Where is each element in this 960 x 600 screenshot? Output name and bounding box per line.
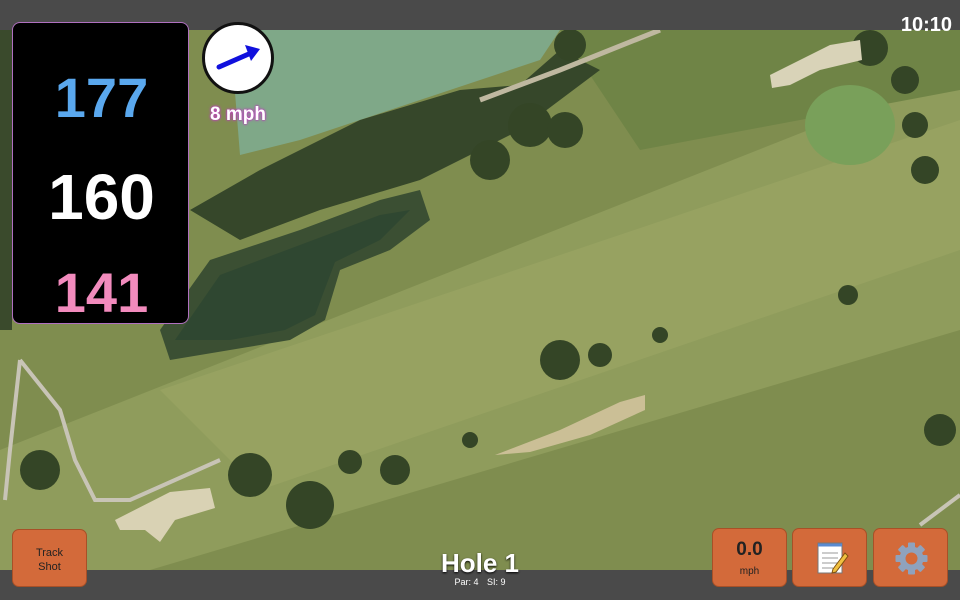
wind-direction-indicator <box>202 22 274 94</box>
settings-button[interactable] <box>873 528 948 587</box>
notepad-icon <box>817 542 849 574</box>
gear-icon <box>895 542 928 575</box>
front-distance: 141 <box>54 261 149 324</box>
track-shot-label-line1: Track <box>35 547 64 559</box>
speed-button[interactable]: 0.0 mph <box>712 528 787 587</box>
speed-unit: mph <box>739 566 760 577</box>
back-distance: 177 <box>54 66 149 129</box>
hole-details: Par: 4 SI: 9 <box>380 577 580 587</box>
wind-speed: 8 mph <box>210 104 266 125</box>
speed-value: 0.0 <box>736 539 763 560</box>
hole-par: Par: 4 <box>454 577 479 587</box>
notes-button[interactable] <box>792 528 867 587</box>
hole-stroke-index: SI: 9 <box>487 577 506 587</box>
wind-arrow-icon <box>216 45 260 70</box>
track-shot-label-line2: Shot <box>38 561 61 573</box>
hole-title: Hole 1 <box>440 548 520 578</box>
track-shot-button[interactable]: Track Shot <box>12 529 87 587</box>
distance-panel: 177 160 141 <box>12 22 189 324</box>
middle-distance: 160 <box>48 161 155 233</box>
clock: 10:10 <box>900 14 952 36</box>
